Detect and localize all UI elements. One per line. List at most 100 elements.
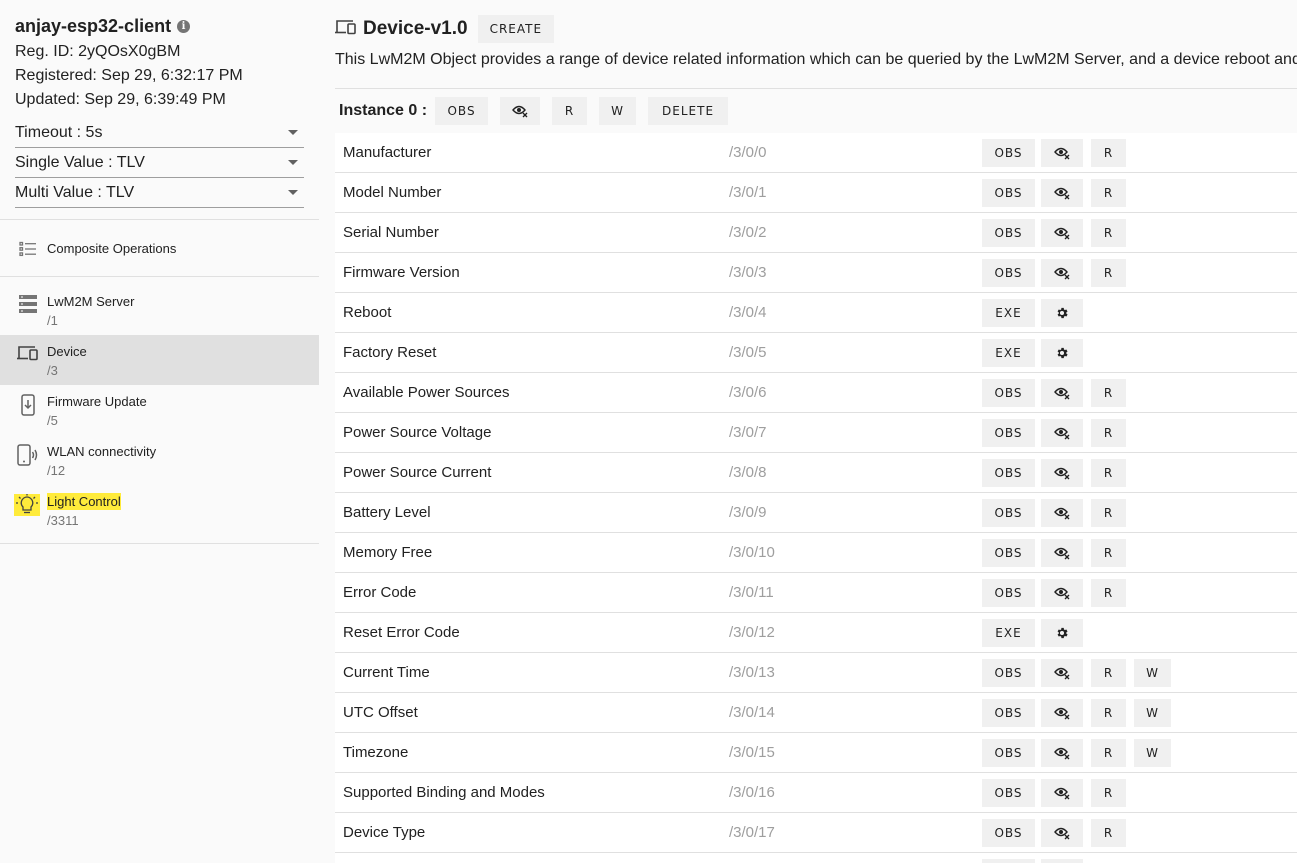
chevron-down-icon (288, 190, 298, 195)
observe-button[interactable]: OBS (982, 259, 1035, 287)
observe-button[interactable]: OBS (982, 379, 1035, 407)
cancel-observe-icon (512, 105, 528, 118)
cancel-observe-button[interactable] (1041, 219, 1083, 247)
read-button[interactable]: R (1091, 419, 1126, 447)
sidebar-item-device[interactable]: Device /3 (0, 335, 319, 385)
observe-button[interactable]: OBS (982, 859, 1035, 863)
cancel-observe-icon (1054, 226, 1070, 240)
execute-with-args-button[interactable] (1041, 619, 1083, 647)
observe-button[interactable]: OBS (982, 499, 1035, 527)
resource-row: Timezone/3/0/15 OBS R W (335, 733, 1297, 773)
read-button[interactable]: R (1091, 699, 1126, 727)
instance-observe-button[interactable]: OBS (435, 97, 489, 125)
cancel-observe-button[interactable] (1041, 539, 1083, 567)
read-button[interactable]: R (1091, 259, 1126, 287)
read-button[interactable]: R (1091, 779, 1126, 807)
sidebar-item-light-control[interactable]: Light Control /3311 (0, 485, 319, 535)
observe-button[interactable]: OBS (982, 419, 1035, 447)
sidebar-item-path: /1 (47, 313, 58, 328)
read-button[interactable]: R (1091, 499, 1126, 527)
resource-row: Error Code/3/0/11 OBS R (335, 573, 1297, 613)
gear-icon (1055, 346, 1069, 360)
read-button[interactable]: R (1091, 459, 1126, 487)
cancel-observe-icon (1054, 746, 1070, 760)
observe-button[interactable]: OBS (982, 819, 1035, 847)
resource-row: Battery Level/3/0/9 OBS R (335, 493, 1297, 533)
write-button[interactable]: W (1134, 659, 1171, 687)
read-button[interactable]: R (1091, 379, 1126, 407)
timeout-select[interactable]: Timeout : 5s (15, 118, 304, 148)
cancel-observe-button[interactable] (1041, 779, 1083, 807)
instance-cancel-observe-button[interactable] (500, 97, 541, 125)
list-icon (0, 241, 47, 257)
observe-button[interactable]: OBS (982, 579, 1035, 607)
cancel-observe-button[interactable] (1041, 659, 1083, 687)
sidebar-item-lwm2m-server[interactable]: LwM2M Server /1 (0, 285, 319, 335)
instance-delete-button[interactable]: DELETE (648, 97, 729, 125)
single-value-format-value: Single Value : TLV (15, 154, 145, 171)
execute-button[interactable]: EXE (982, 339, 1035, 367)
observe-button[interactable]: OBS (982, 779, 1035, 807)
instance-write-button[interactable]: W (599, 97, 637, 125)
resource-path: /3/0/6 (729, 384, 767, 401)
single-value-format-select[interactable]: Single Value : TLV (15, 148, 304, 178)
cancel-observe-button[interactable] (1041, 699, 1083, 727)
execute-with-args-button[interactable] (1041, 299, 1083, 327)
observe-button[interactable]: OBS (982, 739, 1035, 767)
sidebar: anjay-esp32-client i Reg. ID: 2yQOsX0gBM… (0, 0, 319, 863)
cancel-observe-button[interactable] (1041, 139, 1083, 167)
cancel-observe-icon (1054, 506, 1070, 520)
cancel-observe-icon (1054, 426, 1070, 440)
cancel-observe-button[interactable] (1041, 819, 1083, 847)
cancel-observe-button[interactable] (1041, 499, 1083, 527)
sidebar-item-firmware-update[interactable]: Firmware Update /5 (0, 385, 319, 435)
sidebar-item-wlan-connectivity[interactable]: WLAN connectivity /12 (0, 435, 319, 485)
read-button[interactable]: R (1091, 219, 1126, 247)
observe-button[interactable]: OBS (982, 179, 1035, 207)
multi-value-format-value: Multi Value : TLV (15, 184, 135, 201)
execute-button[interactable]: EXE (982, 619, 1035, 647)
read-button[interactable]: R (1091, 179, 1126, 207)
observe-button[interactable]: OBS (982, 459, 1035, 487)
read-button[interactable]: R (1091, 539, 1126, 567)
cancel-observe-button[interactable] (1041, 859, 1083, 863)
write-button[interactable]: W (1134, 739, 1171, 767)
sidebar-item-path: /12 (47, 463, 66, 478)
write-button[interactable]: W (1134, 699, 1171, 727)
observe-button[interactable]: OBS (982, 539, 1035, 567)
read-button[interactable]: R (1091, 139, 1126, 167)
read-button[interactable]: R (1091, 579, 1126, 607)
cancel-observe-button[interactable] (1041, 459, 1083, 487)
cancel-observe-button[interactable] (1041, 259, 1083, 287)
divider (335, 88, 1297, 89)
cancel-observe-button[interactable] (1041, 179, 1083, 207)
cancel-observe-button[interactable] (1041, 579, 1083, 607)
cancel-observe-button[interactable] (1041, 739, 1083, 767)
execute-button[interactable]: EXE (982, 299, 1035, 327)
sidebar-item-path: /3311 (47, 513, 79, 528)
observe-button[interactable]: OBS (982, 219, 1035, 247)
composite-operations-item[interactable]: Composite Operations (0, 238, 319, 260)
info-icon[interactable]: i (177, 19, 191, 33)
observe-button[interactable]: OBS (982, 139, 1035, 167)
multi-value-format-select[interactable]: Multi Value : TLV (15, 178, 304, 208)
observe-button[interactable]: OBS (982, 699, 1035, 727)
resource-name: Timezone (343, 744, 409, 761)
resource-row: Firmware Version/3/0/3 OBS R (335, 253, 1297, 293)
wlan-icon (0, 444, 47, 466)
execute-with-args-button[interactable] (1041, 339, 1083, 367)
create-button[interactable]: CREATE (477, 15, 555, 43)
read-button[interactable]: R (1091, 819, 1126, 847)
resource-name: UTC Offset (343, 704, 418, 721)
cancel-observe-button[interactable] (1041, 379, 1083, 407)
timeout-value: Timeout : 5s (15, 124, 103, 141)
resource-name: Factory Reset (343, 344, 437, 361)
resource-row: Current Time/3/0/13 OBS R W (335, 653, 1297, 693)
observe-button[interactable]: OBS (982, 659, 1035, 687)
instance-read-button[interactable]: R (552, 97, 588, 125)
resource-row: OBS (335, 853, 1297, 863)
read-button[interactable]: R (1091, 659, 1126, 687)
resource-path: /3/0/16 (729, 784, 775, 801)
cancel-observe-button[interactable] (1041, 419, 1083, 447)
read-button[interactable]: R (1091, 739, 1126, 767)
